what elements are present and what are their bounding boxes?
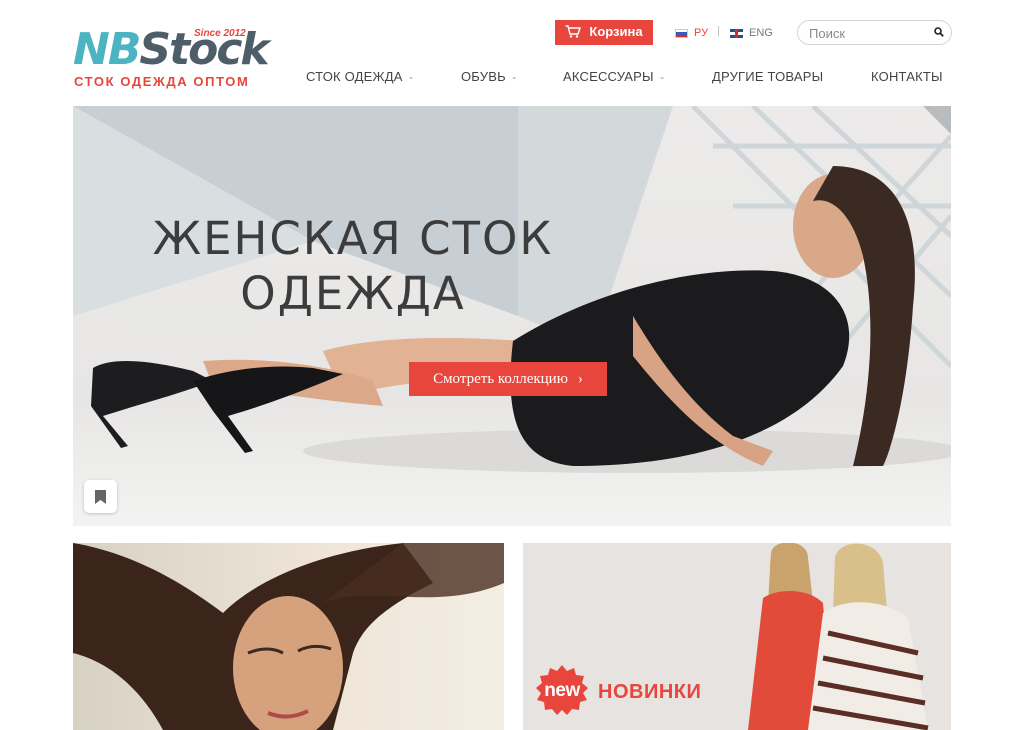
lang-ru-link[interactable]: РУ <box>675 27 708 39</box>
hero-title: ЖЕНСКАЯ СТОК ОДЕЖДА <box>143 211 563 321</box>
bookmark-icon <box>95 489 106 504</box>
new-arrivals-label: НОВИНКИ <box>598 681 702 703</box>
main-nav: СТОК ОДЕЖДА ⌄ ОБУВЬ ⌄ АКСЕССУАРЫ ⌄ ДРУГИ… <box>0 69 1027 87</box>
lang-en-label: ENG <box>749 27 773 39</box>
search-box <box>797 20 952 45</box>
banner-photo-portrait <box>73 543 504 730</box>
chevron-right-icon: › <box>577 370 583 387</box>
banner-women-collection[interactable] <box>73 543 504 730</box>
view-collection-button[interactable]: Смотреть коллекцию › <box>409 362 607 396</box>
flag-ru-icon <box>675 28 688 38</box>
cart-button[interactable]: Корзина <box>555 20 653 45</box>
nav-item-clothing[interactable]: СТОК ОДЕЖДА ⌄ <box>306 69 415 84</box>
nav-item-other[interactable]: ДРУГИЕ ТОВАРЫ <box>712 69 823 84</box>
chevron-down-icon: ⌄ <box>658 72 666 81</box>
search-input[interactable] <box>807 24 931 42</box>
nav-item-contacts[interactable]: КОНТАКТЫ <box>871 69 943 84</box>
flag-uk-icon <box>730 28 743 38</box>
hero-banner[interactable]: ЖЕНСКАЯ СТОК ОДЕЖДА Смотреть коллекцию › <box>73 106 951 526</box>
nav-item-shoes[interactable]: ОБУВЬ ⌄ <box>461 69 518 84</box>
nav-item-label: СТОК ОДЕЖДА <box>306 69 403 84</box>
hero-title-line-1: ЖЕНСКАЯ СТОК <box>152 212 554 265</box>
lang-separator: | <box>717 25 720 37</box>
chevron-down-icon: ⌄ <box>407 72 415 81</box>
new-badge-label: new <box>544 680 580 701</box>
lang-ru-label: РУ <box>694 27 709 39</box>
logo-since: Since 2012 <box>194 28 246 39</box>
nav-item-label: КОНТАКТЫ <box>871 69 943 84</box>
lang-en-link[interactable]: ENG <box>730 27 773 39</box>
banner-new-arrivals[interactable]: new НОВИНКИ <box>523 543 951 730</box>
bookmark-button[interactable] <box>84 480 117 513</box>
chevron-down-icon: ⌄ <box>510 72 518 81</box>
hero-title-line-2: ОДЕЖДА <box>240 267 466 320</box>
nav-item-label: ОБУВЬ <box>461 69 506 84</box>
logo-nb: NB <box>73 24 141 75</box>
view-collection-label: Смотреть коллекцию <box>433 370 568 387</box>
nav-item-accessories[interactable]: АКСЕССУАРЫ ⌄ <box>563 69 666 84</box>
nav-item-label: ДРУГИЕ ТОВАРЫ <box>712 69 824 84</box>
cart-label: Корзина <box>589 24 643 39</box>
cart-icon <box>565 25 582 38</box>
nav-item-label: АКСЕССУАРЫ <box>563 69 654 84</box>
search-icon[interactable] <box>934 27 944 37</box>
